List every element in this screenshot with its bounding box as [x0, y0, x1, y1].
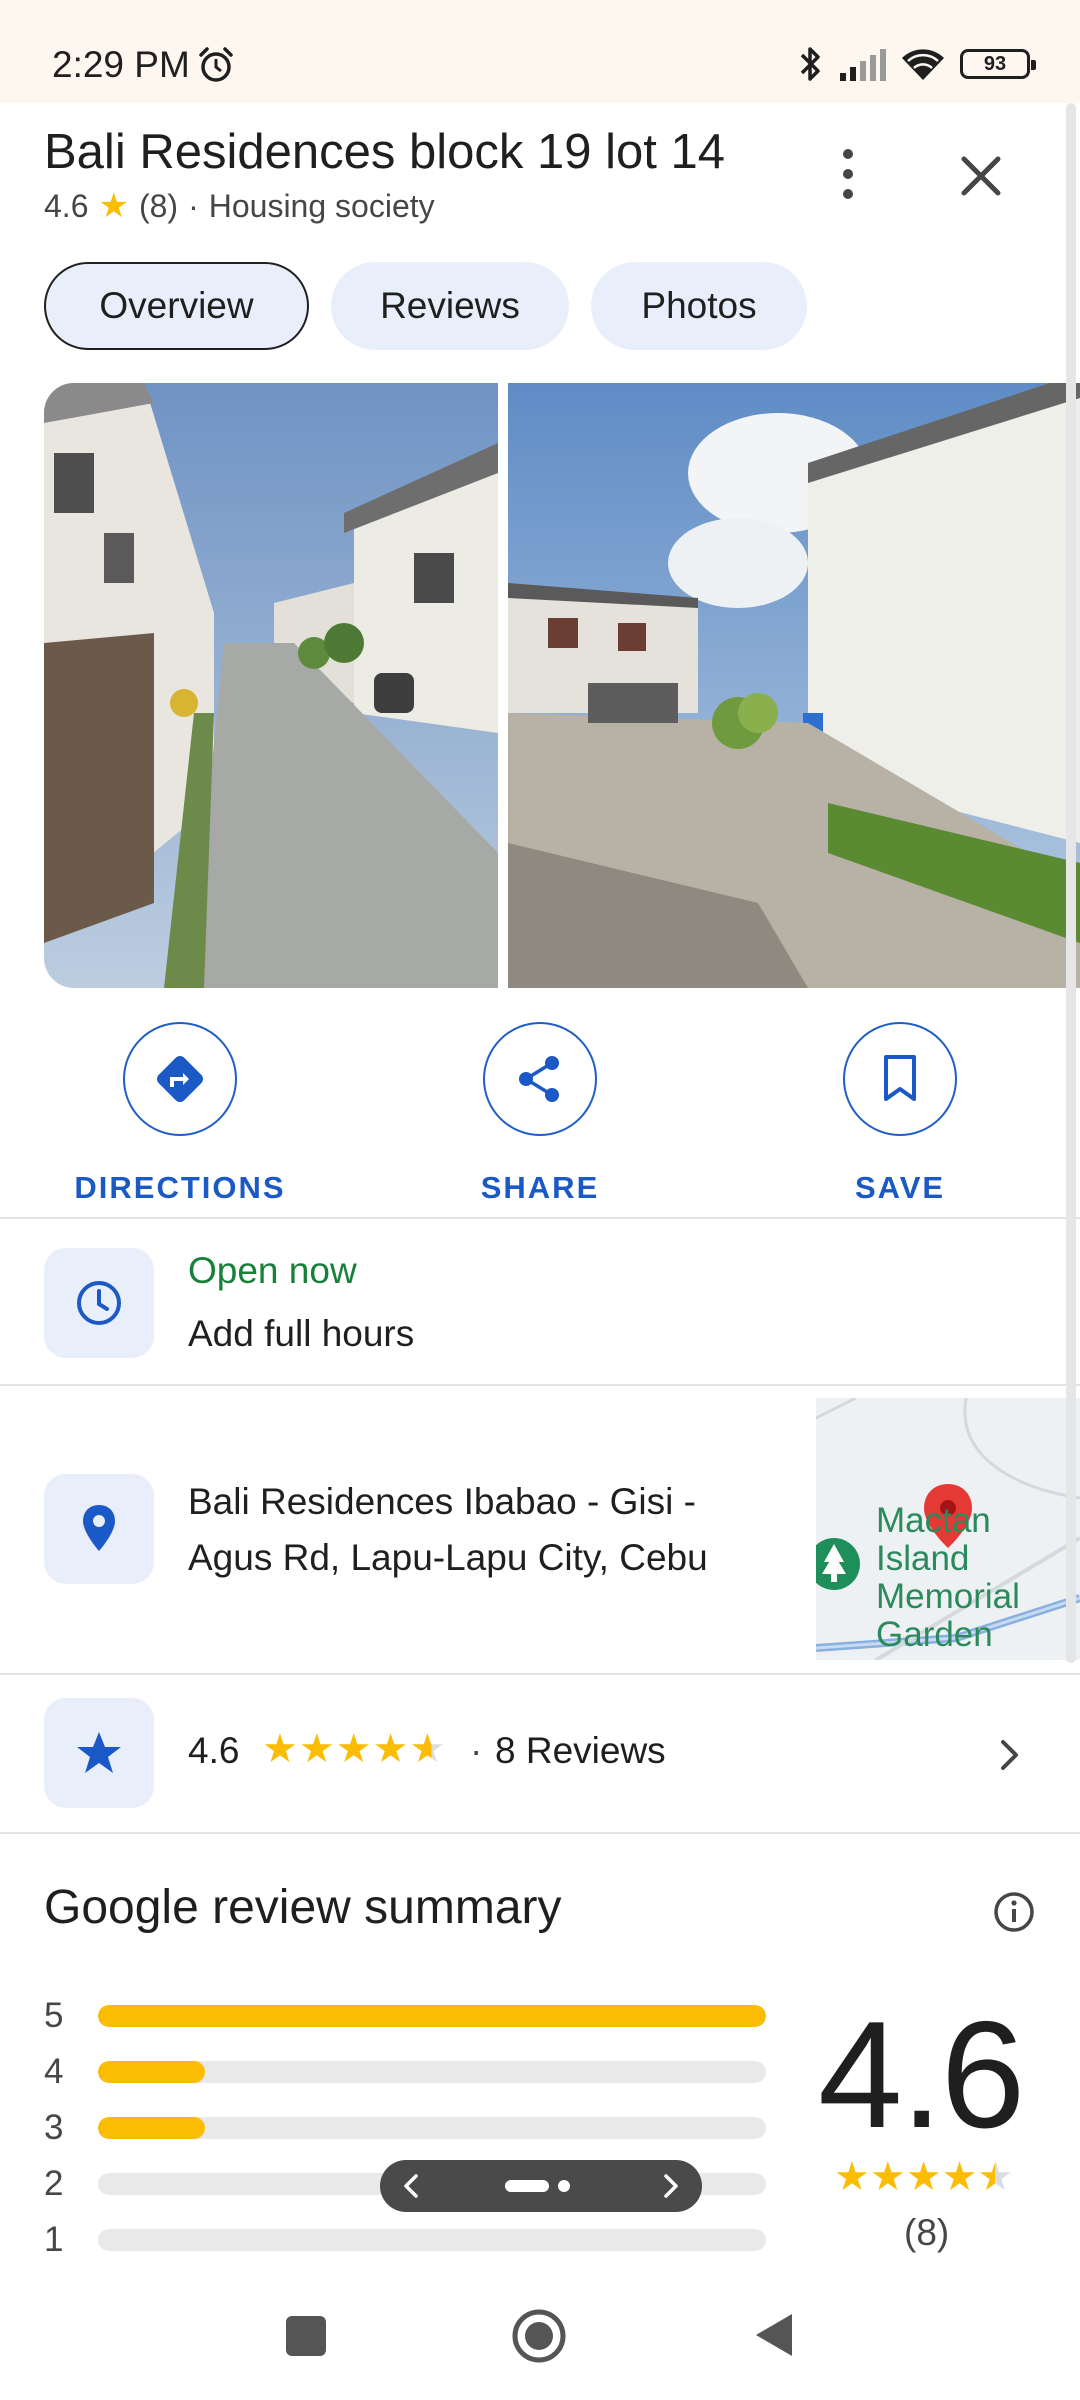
clock-icon [77, 1281, 121, 1325]
star-icon [77, 1732, 121, 1773]
rating-bar-track [98, 2229, 766, 2251]
rating-bar-track [98, 2061, 766, 2083]
wifi-icon [902, 49, 944, 80]
floating-pager[interactable] [380, 2160, 702, 2212]
summary-stars-text: ★★★★★ [834, 2155, 1014, 2199]
status-icons: 93 [798, 42, 1036, 86]
share-button[interactable]: SHARE [420, 1022, 660, 1206]
rating-bar-row: 4 [44, 2052, 766, 2092]
summary-stars: ★★★★★ [834, 2154, 1013, 2200]
tab-photos[interactable]: Photos [591, 262, 807, 350]
place-title: Bali Residences block 19 lot 14 [44, 125, 725, 179]
rating-stars-text: ★★★★★ [262, 1727, 447, 1771]
scrollbar[interactable] [1066, 103, 1076, 1663]
divider [0, 1832, 1080, 1834]
add-hours-link[interactable]: Add full hours [188, 1313, 414, 1355]
directions-circle[interactable] [123, 1022, 237, 1136]
rating-bar-fill [98, 2061, 205, 2083]
map-place-label: Mactan Island Memorial Garden [876, 1501, 1020, 1654]
header-review-count[interactable]: (8) [139, 188, 178, 225]
recent-apps-icon[interactable] [286, 2316, 326, 2356]
place-subline: 4.6 ★ (8) · Housing society [44, 186, 435, 226]
place-category: Housing society [208, 187, 435, 224]
reviews-count-link[interactable]: 8 Reviews [495, 1730, 666, 1772]
share-circle[interactable] [483, 1022, 597, 1136]
review-summary-title: Google review summary [44, 1881, 562, 1934]
battery-icon: 93 [960, 49, 1036, 79]
divider [0, 1217, 1080, 1219]
save-circle[interactable] [843, 1022, 957, 1136]
rating-bar-label: 1 [44, 2220, 64, 2259]
bluetooth-icon [800, 47, 820, 81]
location-pin-icon [83, 1505, 115, 1551]
rating-bar-row: 1 [44, 2220, 766, 2260]
share-icon [519, 1056, 559, 1102]
home-icon[interactable] [511, 2308, 567, 2364]
rating-bar-label: 5 [44, 1996, 64, 2035]
rating-bar-track [98, 2005, 766, 2027]
rating-bar-label: 2 [44, 2164, 64, 2203]
summary-review-count: (8) [904, 2212, 950, 2253]
more-options-icon[interactable] [826, 146, 870, 202]
directions-label: DIRECTIONS [74, 1170, 286, 1205]
chevron-right-icon[interactable] [990, 1736, 1028, 1774]
star-icon: ★ [98, 187, 129, 225]
place-photo-1[interactable] [44, 383, 498, 988]
status-time: 2:29 PM [52, 44, 190, 85]
rating-icon-box [44, 1698, 154, 1808]
rating-value: 4.6 [188, 1730, 240, 1771]
info-icon[interactable] [992, 1890, 1036, 1934]
open-status: Open now [188, 1250, 357, 1291]
divider [0, 1384, 1080, 1386]
place-photo-2[interactable] [508, 383, 1080, 988]
tab-bar: Overview Reviews Photos [44, 262, 807, 350]
save-label: SAVE [854, 1170, 946, 1205]
close-icon[interactable] [950, 145, 1012, 207]
save-button[interactable]: SAVE [780, 1022, 1020, 1206]
pager-indicator [505, 2180, 549, 2192]
directions-icon [157, 1056, 203, 1102]
chevron-right-icon[interactable] [656, 2172, 684, 2200]
rating-bar-fill [98, 2117, 205, 2139]
status-bar: 2:29 PM 93 [0, 0, 1080, 103]
back-icon[interactable] [752, 2310, 796, 2360]
bookmark-icon [884, 1055, 916, 1101]
rating-bar-track [98, 2117, 766, 2139]
chevron-left-icon[interactable] [398, 2172, 426, 2200]
address-text[interactable]: Bali Residences Ibabao - Gisi - Agus Rd,… [188, 1474, 768, 1586]
tab-overview[interactable]: Overview [44, 262, 309, 350]
rating-bar-row: 3 [44, 2108, 766, 2148]
directions-button[interactable]: DIRECTIONS [60, 1022, 300, 1206]
hours-icon-box [44, 1248, 154, 1358]
tab-reviews[interactable]: Reviews [331, 262, 569, 350]
signal-icon [840, 49, 886, 81]
rating-bar-row: 5 [44, 1996, 766, 2036]
rating-bar-label: 3 [44, 2108, 64, 2147]
mini-map[interactable]: Mactan Island Memorial Garden [816, 1398, 1080, 1660]
separator-dot: · [188, 187, 199, 224]
header-rating: 4.6 [44, 187, 89, 224]
separator-dot: · [470, 1730, 483, 1771]
rating-bar-fill [98, 2005, 766, 2027]
alarm-icon [199, 47, 233, 82]
pager-dot [558, 2180, 570, 2192]
rating-stars: ★★★★★ [262, 1726, 446, 1772]
address-icon-box [44, 1474, 154, 1584]
divider [0, 1673, 1080, 1675]
share-label: SHARE [480, 1170, 600, 1205]
summary-rating: 4.6 [818, 1990, 1025, 2160]
rating-bar-label: 4 [44, 2052, 64, 2091]
